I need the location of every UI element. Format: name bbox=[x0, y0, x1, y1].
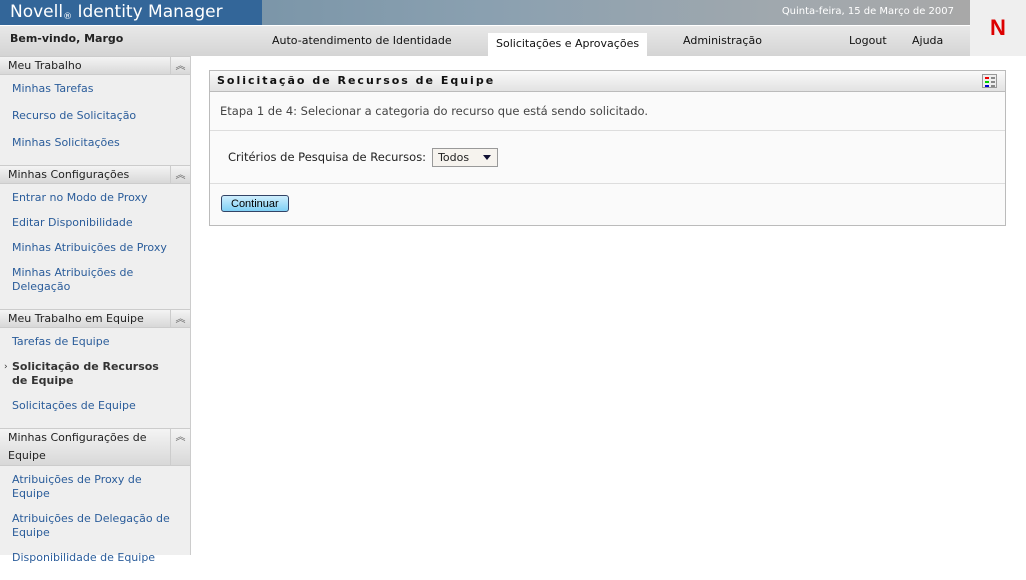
criteria-label: Critérios de Pesquisa de Recursos: bbox=[228, 150, 427, 164]
team-resource-request-panel: Solicitação de Recursos de Equipe Etapa … bbox=[209, 70, 1006, 226]
sidebar-item-my-requests[interactable]: Minhas Solicitações bbox=[0, 132, 190, 155]
welcome-text: Bem-vindo, Margo bbox=[10, 32, 124, 45]
section-title: Meu Trabalho em Equipe bbox=[8, 312, 144, 325]
sidebar-item-team-tasks[interactable]: Tarefas de Equipe bbox=[0, 331, 190, 354]
sidebar-item-edit-availability[interactable]: Editar Disponibilidade bbox=[0, 212, 190, 235]
tab-administration[interactable]: Administração bbox=[683, 34, 762, 47]
criteria-value: Todos bbox=[438, 150, 470, 164]
section-header-my-settings: Minhas Configurações ︽ bbox=[0, 165, 190, 184]
novell-logo: N bbox=[970, 0, 1026, 56]
header-banner: Novell® Identity Manager Quinta-feira, 1… bbox=[0, 0, 970, 25]
section-title: Minhas Configurações de Equipe bbox=[8, 431, 147, 462]
logout-link[interactable]: Logout bbox=[849, 34, 887, 47]
panel-title: Solicitação de Recursos de Equipe bbox=[217, 74, 496, 87]
sidebar-item-team-delegate-assignments[interactable]: Atribuições de Delegação de Equipe bbox=[0, 508, 180, 545]
brand-name: Novell bbox=[10, 2, 64, 22]
sidebar-item-delegate-assignments[interactable]: Minhas Atribuições de Delegação bbox=[0, 262, 150, 299]
product-title: Novell® Identity Manager bbox=[0, 0, 262, 25]
collapse-icon[interactable]: ︽ bbox=[170, 429, 190, 465]
collapse-icon[interactable]: ︽ bbox=[170, 57, 190, 74]
step-description: Etapa 1 de 4: Selecionar a categoria do … bbox=[210, 92, 1005, 131]
sidebar-item-request-resource[interactable]: Recurso de Solicitação bbox=[0, 105, 190, 128]
top-nav: Bem-vindo, Margo Auto-atendimento de Ide… bbox=[0, 25, 970, 56]
registered-mark: ® bbox=[63, 12, 73, 22]
section-header-team-work: Meu Trabalho em Equipe ︽ bbox=[0, 309, 190, 328]
collapse-icon[interactable]: ︽ bbox=[170, 310, 190, 327]
sidebar-item-team-requests[interactable]: Solicitações de Equipe bbox=[0, 395, 190, 418]
sidebar-item-proxy-assignments[interactable]: Minhas Atribuições de Proxy bbox=[0, 237, 190, 260]
panel-menu-icon[interactable] bbox=[982, 74, 997, 88]
criteria-row: Critérios de Pesquisa de Recursos: Todos bbox=[210, 131, 1005, 184]
chevron-down-icon bbox=[483, 154, 492, 160]
section-title: Meu Trabalho bbox=[8, 59, 82, 72]
help-link[interactable]: Ajuda bbox=[912, 34, 943, 47]
criteria-select[interactable]: Todos bbox=[432, 147, 499, 167]
sidebar-item-team-resource-request[interactable]: Solicitação de Recursos de Equipe bbox=[0, 356, 170, 393]
sidebar-item-proxy-mode[interactable]: Entrar no Modo de Proxy bbox=[0, 187, 190, 210]
section-header-team-settings: Minhas Configurações de Equipe ︽ bbox=[0, 428, 190, 466]
sidebar-item-my-tasks[interactable]: Minhas Tarefas bbox=[0, 78, 190, 101]
product-name: Identity Manager bbox=[77, 2, 223, 22]
current-date: Quinta-feira, 15 de Março de 2007 bbox=[781, 6, 954, 17]
sidebar-item-team-availability[interactable]: Disponibilidade de Equipe bbox=[0, 547, 190, 570]
collapse-icon[interactable]: ︽ bbox=[170, 166, 190, 183]
section-header-my-work: Meu Trabalho ︽ bbox=[0, 56, 190, 75]
sidebar-item-team-proxy-assignments[interactable]: Atribuições de Proxy de Equipe bbox=[0, 469, 190, 506]
panel-header: Solicitação de Recursos de Equipe bbox=[210, 71, 1005, 92]
sidebar: Meu Trabalho ︽ Minhas Tarefas Recurso de … bbox=[0, 56, 191, 564]
section-title: Minhas Configurações bbox=[8, 168, 130, 181]
tab-identity-self-service[interactable]: Auto-atendimento de Identidade bbox=[272, 34, 452, 47]
tab-requests-approvals[interactable]: Solicitações e Aprovações bbox=[488, 33, 648, 56]
continue-button[interactable]: Continuar bbox=[221, 195, 289, 212]
